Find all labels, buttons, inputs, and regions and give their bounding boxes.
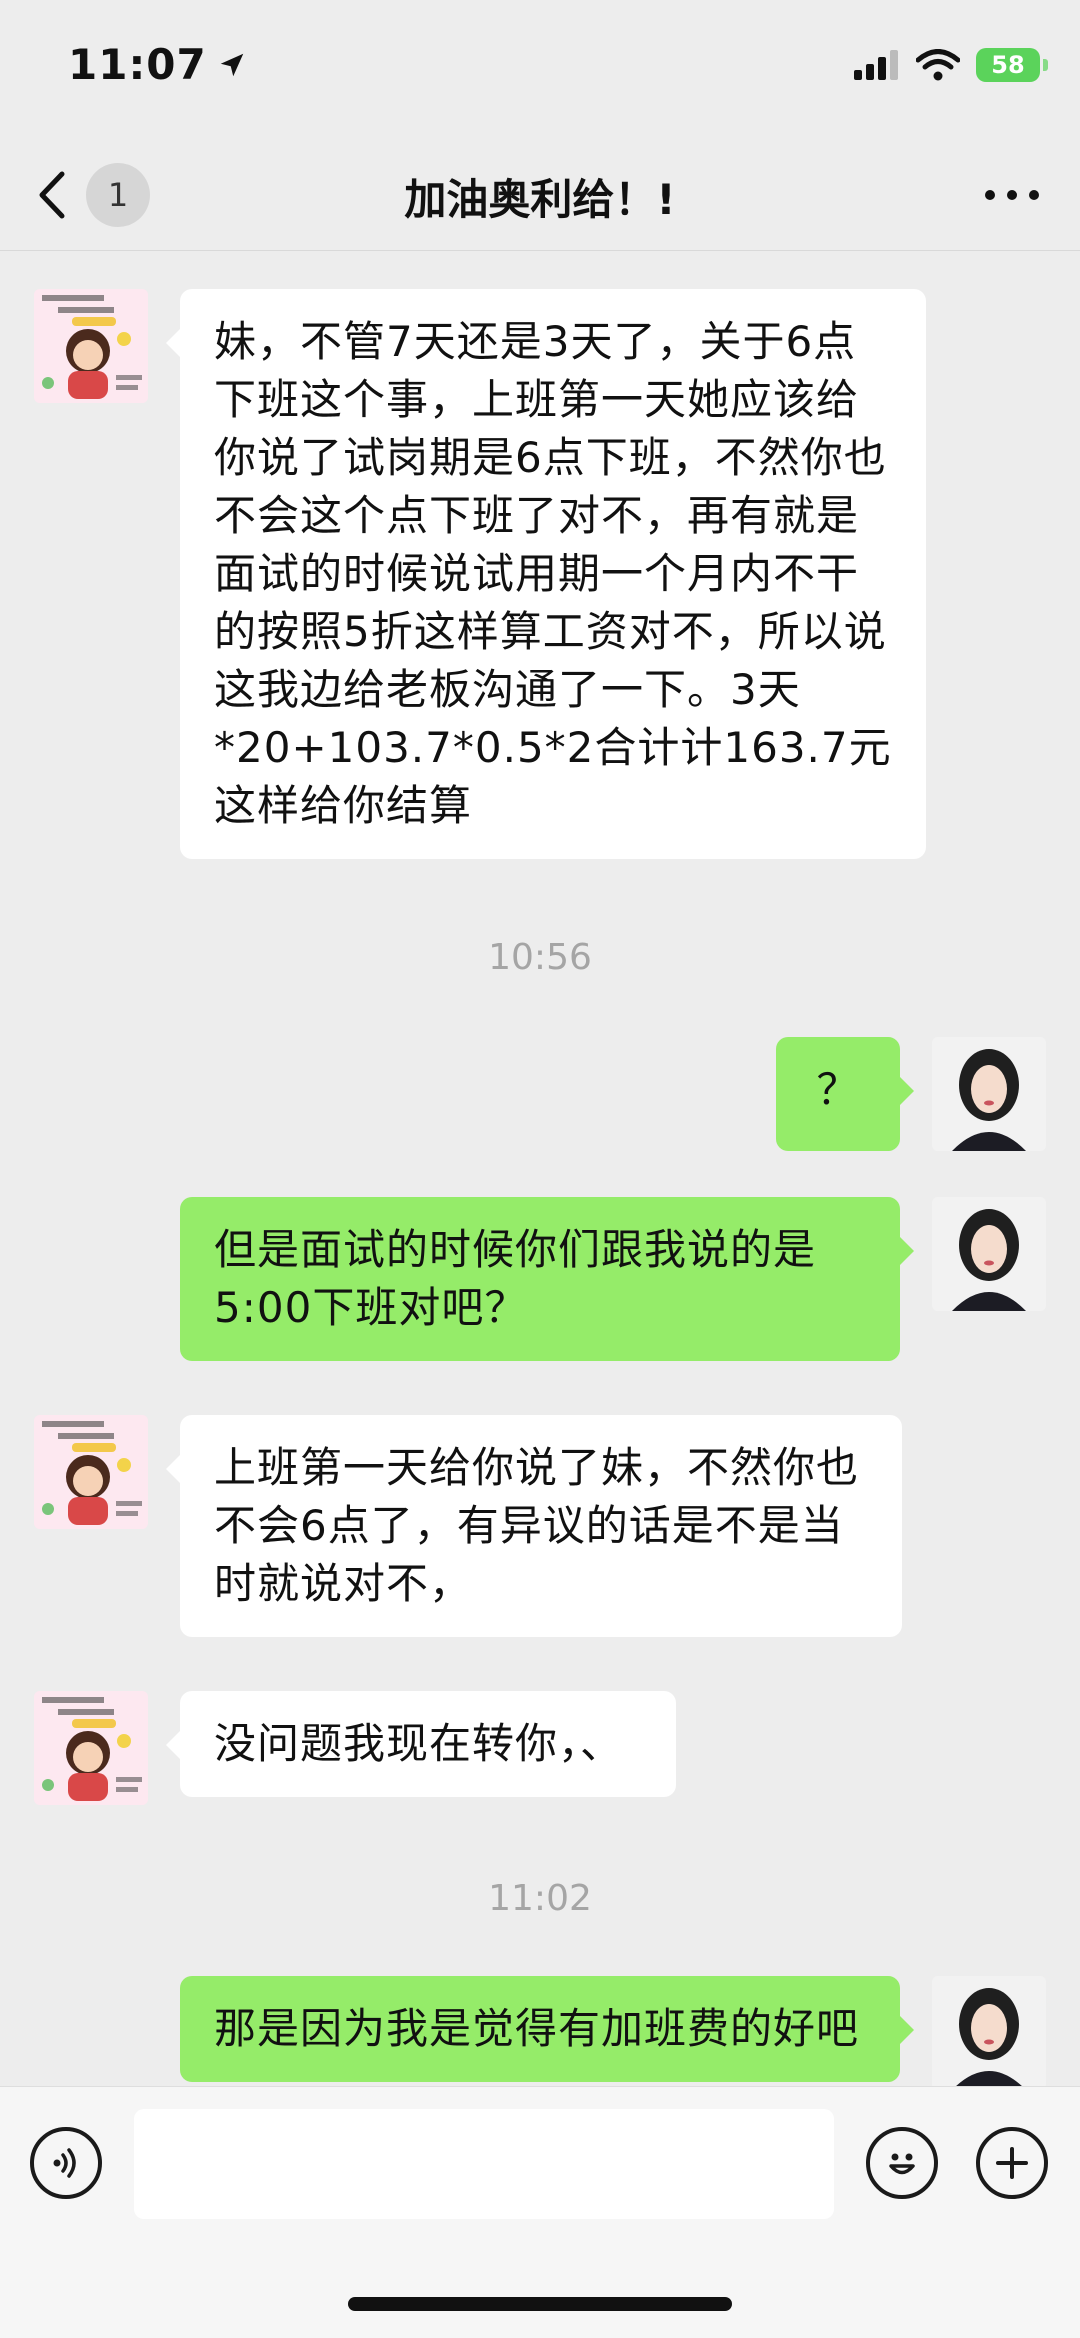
more-functions-button[interactable] — [976, 2127, 1048, 2199]
status-time-text: 11:07 — [68, 40, 207, 89]
message-list[interactable]: 妹，不管7天还是3天了，关于6点下班这个事，上班第一天她应该给你说了试岗期是6点… — [0, 251, 1080, 2086]
more-button[interactable] — [980, 170, 1044, 220]
home-indicator[interactable] — [348, 2297, 732, 2311]
message-bubble[interactable]: 上班第一天给你说了妹，不然你也不会6点了，有异议的话是不是当时就说对不， — [166, 1415, 902, 1637]
self-avatar[interactable] — [932, 1976, 1046, 2086]
message-bubble[interactable]: 没问题我现在转你，、 — [166, 1691, 676, 1797]
sticker-avatar-icon — [34, 1415, 148, 1529]
message-bubble[interactable]: 那是因为我是觉得有加班费的好吧 — [180, 1976, 914, 2082]
timestamp: 10:56 — [488, 937, 592, 978]
contact-avatar[interactable] — [34, 1691, 148, 1805]
contact-avatar[interactable] — [34, 289, 148, 403]
timestamp: 11:02 — [488, 1878, 592, 1919]
message-bubble[interactable]: 妹，不管7天还是3天了，关于6点下班这个事，上班第一天她应该给你说了试岗期是6点… — [166, 289, 926, 859]
woman-avatar-icon — [932, 1197, 1046, 1311]
self-avatar[interactable] — [932, 1037, 1046, 1151]
voice-button[interactable] — [30, 2127, 102, 2199]
emoji-icon — [889, 2153, 915, 2175]
signal-icon — [854, 50, 898, 80]
more-dots-icon — [985, 190, 1039, 200]
emoji-button[interactable] — [866, 2127, 938, 2199]
self-avatar[interactable] — [932, 1197, 1046, 1311]
voice-icon — [53, 2148, 76, 2178]
battery-level: 58 — [991, 51, 1025, 79]
status-bar: 11:07 58 — [0, 0, 1080, 140]
woman-avatar-icon — [932, 1037, 1046, 1151]
message-bubble[interactable]: ？ — [776, 1037, 914, 1151]
status-icons: 58 — [854, 48, 1048, 82]
message-input[interactable] — [134, 2109, 834, 2219]
message-bubble[interactable]: 但是面试的时候你们跟我说的是5:00下班对吧？ — [180, 1197, 914, 1361]
chat-title: 加油奥利给！! — [404, 175, 676, 224]
contact-avatar[interactable] — [34, 1415, 148, 1529]
woman-avatar-icon — [932, 1976, 1046, 2086]
location-arrow-icon — [220, 53, 243, 76]
plus-icon — [996, 2147, 1028, 2179]
sticker-avatar-icon — [34, 1691, 148, 1805]
chat-header: 1 加油奥利给！! — [0, 140, 1080, 251]
sticker-avatar-icon — [34, 289, 148, 403]
status-time: 11:07 — [68, 40, 247, 89]
battery-indicator: 58 — [976, 48, 1048, 82]
wifi-icon — [916, 49, 960, 81]
